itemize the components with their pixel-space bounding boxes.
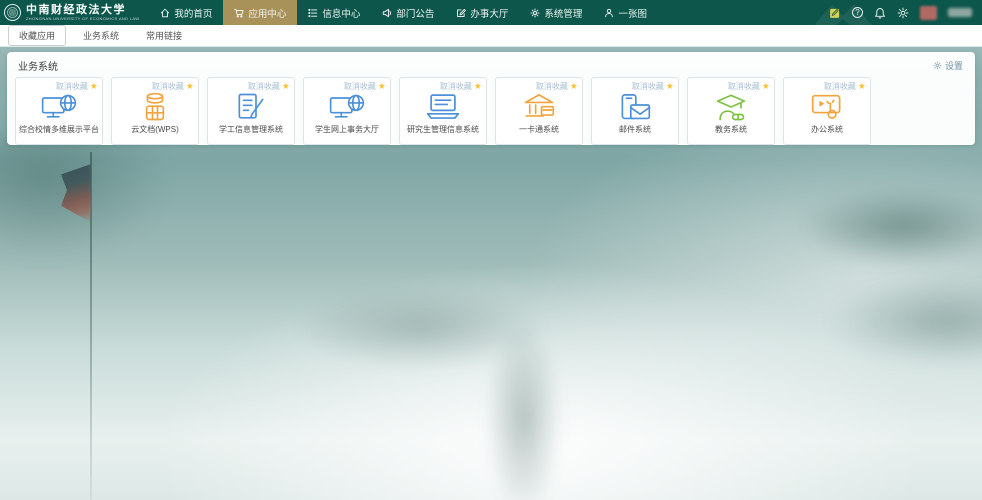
app-label: 综合校情多维展示平台 <box>18 124 100 135</box>
app-label: 一卡通系统 <box>498 124 580 135</box>
unfavorite-label: 取消收藏 <box>56 81 88 92</box>
university-seal-icon <box>4 4 21 21</box>
star-icon: ★ <box>858 82 866 91</box>
app-card[interactable]: 取消收藏 ★ 综合校情多维展示平台 <box>15 77 103 145</box>
cloud-docs-icon <box>140 92 170 122</box>
app-label: 教务系统 <box>690 124 772 135</box>
monitor-globe-icon <box>41 92 77 122</box>
list-icon <box>308 8 318 18</box>
star-icon: ★ <box>474 82 482 91</box>
unfavorite-button[interactable]: 取消收藏 ★ <box>152 81 194 92</box>
app-tabs: 收藏应用 业务系统 常用链接 <box>0 25 982 47</box>
app-card[interactable]: 取消收藏 ★ 邮件系统 <box>591 77 679 145</box>
unfavorite-label: 取消收藏 <box>536 81 568 92</box>
panel-settings-button[interactable]: 设置 <box>933 59 963 72</box>
app-card[interactable]: 取消收藏 ★ 学工信息管理系统 <box>207 77 295 145</box>
app-label: 云文档(WPS) <box>114 124 196 135</box>
monitor-globe-icon <box>329 92 365 122</box>
palm-trunk-center <box>300 290 730 500</box>
business-systems-panel: 业务系统 设置 取消收藏 ★ 综合校情多维展示平台 取消收藏 ★ <box>7 52 975 145</box>
username-blurred[interactable] <box>948 8 972 17</box>
nav-item-my-home[interactable]: 我的首页 <box>149 0 223 25</box>
unfavorite-button[interactable]: 取消收藏 ★ <box>824 81 866 92</box>
star-icon: ★ <box>762 82 770 91</box>
panel-settings-label: 设置 <box>945 59 963 72</box>
gear-icon <box>933 61 942 70</box>
university-name: 中南财经政法大学 <box>26 4 139 15</box>
star-icon: ★ <box>378 82 386 91</box>
unfavorite-label: 取消收藏 <box>344 81 376 92</box>
nav-item-dept-announcements[interactable]: 部门公告 <box>371 0 445 25</box>
nav-item-label: 我的首页 <box>174 6 212 20</box>
home-icon <box>160 8 170 18</box>
star-icon: ★ <box>666 82 674 91</box>
click-screen-icon <box>811 93 843 122</box>
settings-icon[interactable] <box>897 7 909 19</box>
unfavorite-label: 取消收藏 <box>152 81 184 92</box>
gear-icon <box>530 8 540 18</box>
app-card[interactable]: 取消收藏 ★ 办公系统 <box>783 77 871 145</box>
nav-item-system-management[interactable]: 系统管理 <box>519 0 593 25</box>
graduate-icon <box>716 92 746 122</box>
app-card[interactable]: 取消收藏 ★ 云文档(WPS) <box>111 77 199 145</box>
mail-phone-icon <box>619 93 651 122</box>
unfavorite-button[interactable]: 取消收藏 ★ <box>344 81 386 92</box>
unfavorite-button[interactable]: 取消收藏 ★ <box>248 81 290 92</box>
unfavorite-label: 取消收藏 <box>632 81 664 92</box>
star-icon: ★ <box>282 82 290 91</box>
app-card[interactable]: 取消收藏 ★ 一卡通系统 <box>495 77 583 145</box>
unfavorite-button[interactable]: 取消收藏 ★ <box>728 81 770 92</box>
unfavorite-label: 取消收藏 <box>440 81 472 92</box>
nav-item-label: 信息中心 <box>322 6 360 20</box>
unfavorite-button[interactable]: 取消收藏 ★ <box>440 81 482 92</box>
tab-business-systems[interactable]: 业务系统 <box>73 26 129 45</box>
university-name-en: ZHONGNAN UNIVERSITY OF ECONOMICS AND LAW <box>26 17 139 21</box>
nav-item-one-map[interactable]: 一张图 <box>593 0 658 25</box>
nav-item-label: 一张图 <box>618 6 647 20</box>
app-label: 办公系统 <box>786 124 868 135</box>
tab-common-links[interactable]: 常用链接 <box>136 26 192 45</box>
user-icon <box>604 8 614 18</box>
avatar[interactable] <box>920 6 937 20</box>
panel-header: 业务系统 设置 <box>7 52 975 76</box>
star-icon: ★ <box>570 82 578 91</box>
unfavorite-button[interactable]: 取消收藏 ★ <box>536 81 578 92</box>
app-label: 邮件系统 <box>594 124 676 135</box>
edit-icon <box>456 8 466 18</box>
unfavorite-label: 取消收藏 <box>728 81 760 92</box>
main-nav-menu: 我的首页 应用中心 信息中心 部门公告 办事大厅 系统管理 一张图 <box>149 0 658 25</box>
top-navbar: 中南财经政法大学 ZHONGNAN UNIVERSITY OF ECONOMIC… <box>0 0 982 25</box>
palm-fronds-right <box>692 148 982 428</box>
tab-favorite-apps[interactable]: 收藏应用 <box>8 25 66 46</box>
nav-item-label: 部门公告 <box>396 6 434 20</box>
panel-title: 业务系统 <box>18 58 58 73</box>
cart-icon <box>234 8 244 18</box>
bell-icon[interactable] <box>874 7 886 19</box>
unfavorite-button[interactable]: 取消收藏 ★ <box>56 81 98 92</box>
app-label: 学生网上事务大厅 <box>306 124 388 135</box>
app-label: 研究生管理信息系统 <box>402 124 484 135</box>
nav-item-label: 应用中心 <box>248 6 286 20</box>
university-brand[interactable]: 中南财经政法大学 ZHONGNAN UNIVERSITY OF ECONOMIC… <box>0 0 149 25</box>
unfavorite-label: 取消收藏 <box>248 81 280 92</box>
star-icon: ★ <box>186 82 194 91</box>
doc-pencil-icon <box>236 92 266 122</box>
bank-card-icon <box>523 93 555 122</box>
unfavorite-button[interactable]: 取消收藏 ★ <box>632 81 674 92</box>
megaphone-icon <box>382 8 392 18</box>
app-card[interactable]: 取消收藏 ★ 学生网上事务大厅 <box>303 77 391 145</box>
nav-item-app-center[interactable]: 应用中心 <box>223 0 297 25</box>
laptop-icon <box>426 93 460 121</box>
nav-item-info-center[interactable]: 信息中心 <box>297 0 371 25</box>
nav-item-service-hall[interactable]: 办事大厅 <box>445 0 519 25</box>
nav-item-label: 系统管理 <box>544 6 582 20</box>
nav-item-label: 办事大厅 <box>470 6 508 20</box>
app-card-list: 取消收藏 ★ 综合校情多维展示平台 取消收藏 ★ <box>7 76 975 145</box>
unfavorite-label: 取消收藏 <box>824 81 856 92</box>
app-card[interactable]: 取消收藏 ★ 教务系统 <box>687 77 775 145</box>
app-card[interactable]: 取消收藏 ★ 研究生管理信息系统 <box>399 77 487 145</box>
app-label: 学工信息管理系统 <box>210 124 292 135</box>
star-icon: ★ <box>90 82 98 91</box>
